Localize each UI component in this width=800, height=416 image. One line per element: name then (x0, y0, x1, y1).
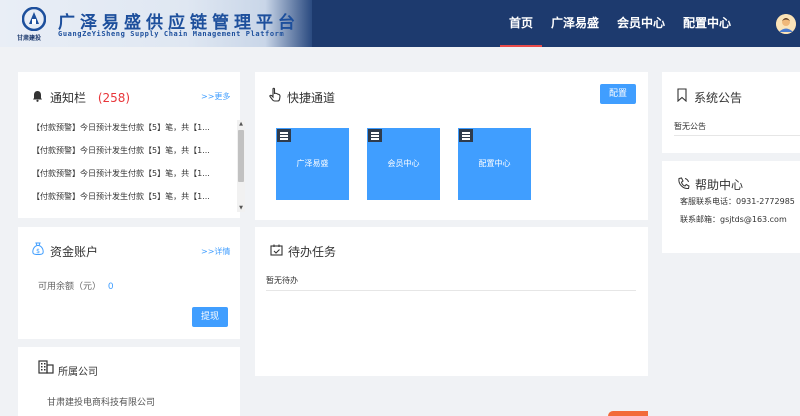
building-icon (38, 360, 54, 374)
help-title: 帮助中心 (695, 178, 744, 192)
todo-card: 待办任务 暂无待办 (255, 227, 648, 376)
company-logo-icon (22, 7, 46, 31)
tile-label: 会员中心 (387, 159, 420, 168)
brand-area: 甘肃建投 广泽易盛供应链管理平台 GuangZeYiSheng Supply C… (0, 0, 312, 47)
quick-tile-member-center[interactable]: 会员中心 (367, 128, 440, 200)
quick-title: 快捷通道 (287, 91, 336, 105)
announcement-empty-text: 暂无公告 (674, 122, 706, 131)
top-header: 甘肃建投 广泽易盛供应链管理平台 GuangZeYiSheng Supply C… (0, 0, 800, 47)
quick-tile-config-center[interactable]: 配置中心 (458, 128, 531, 200)
list-icon (277, 129, 291, 142)
list-icon (368, 129, 382, 142)
notice-scrollbar[interactable]: ▲ ▼ (237, 120, 245, 212)
notice-title-text: 通知栏 (50, 91, 87, 105)
list-item[interactable]: 【付款预警】今日预计发生付款【5】笔，共【1... (32, 162, 234, 185)
account-detail-link[interactable]: >>详情 (201, 246, 230, 257)
tile-label: 广泽易盛 (296, 159, 329, 168)
nav-item-member-center[interactable]: 会员中心 (608, 0, 674, 47)
nav-item-guangze[interactable]: 广泽易盛 (542, 0, 608, 47)
logo-caption: 甘肃建投 (17, 35, 42, 42)
bell-icon (33, 91, 42, 102)
scroll-thumb[interactable] (238, 130, 244, 182)
balance-label: 可用余额（元） (38, 282, 102, 292)
notice-more-link[interactable]: >>更多 (201, 91, 230, 102)
list-item[interactable]: 【付款预警】今日预计发生付款【5】笔，共【1... (32, 116, 234, 139)
announcement-title: 系统公告 (694, 91, 743, 105)
announcement-card: 系统公告 暂无公告 (662, 72, 800, 153)
brand-subtitle: GuangZeYiSheng Supply Chain Management P… (58, 30, 285, 38)
svg-text:$: $ (36, 248, 40, 255)
company-name: 甘肃建投电商科技有限公司 (47, 398, 156, 408)
divider (674, 135, 800, 136)
divider (266, 290, 636, 291)
hand-pointer-icon (269, 87, 281, 102)
scroll-up-icon[interactable]: ▲ (238, 121, 244, 127)
todo-title: 待办任务 (288, 245, 337, 259)
nav-item-config-center[interactable]: 配置中心 (674, 0, 740, 47)
money-bag-icon: $ (32, 242, 44, 255)
scroll-down-icon[interactable]: ▼ (238, 205, 244, 211)
quick-config-button[interactable]: 配置 (600, 84, 636, 104)
help-email: 联系邮箱：gsjtds@163.com (680, 215, 787, 224)
help-phone: 客服联系电话：0931-2772985 (680, 197, 795, 206)
notice-list: 【付款预警】今日预计发生付款【5】笔，共【1... 【付款预警】今日预计发生付款… (32, 116, 234, 206)
decorative-shape (608, 411, 648, 416)
notice-title: 通知栏 (258) (50, 89, 130, 106)
list-icon (459, 129, 473, 142)
balance-row: 可用余额（元） 0 (38, 279, 114, 292)
company-title: 所属公司 (58, 367, 98, 378)
help-card: 帮助中心 客服联系电话：0931-2772985 联系邮箱：gsjtds@163… (662, 161, 800, 253)
main-nav: 首页 广泽易盛 会员中心 配置中心 (500, 0, 740, 47)
nav-item-home[interactable]: 首页 (500, 0, 543, 47)
bookmark-icon (677, 88, 687, 102)
phone-icon (678, 177, 690, 190)
quick-tile-guangze[interactable]: 广泽易盛 (276, 128, 349, 200)
account-title: 资金账户 (50, 245, 99, 259)
calendar-check-icon (270, 244, 283, 256)
notice-count: (258) (97, 91, 131, 105)
user-avatar-icon (776, 14, 796, 34)
avatar[interactable] (776, 14, 796, 34)
account-card: $ 资金账户 >>详情 可用余额（元） 0 提现 (18, 227, 240, 339)
tile-label: 配置中心 (478, 159, 511, 168)
todo-empty-text: 暂无待办 (266, 276, 298, 285)
list-item[interactable]: 【付款预警】今日预计发生付款【5】笔，共【1... (32, 185, 234, 206)
list-item[interactable]: 【付款预警】今日预计发生付款【5】笔，共【1... (32, 139, 234, 162)
company-card: 所属公司 甘肃建投电商科技有限公司 (18, 347, 240, 416)
quick-access-card: 快捷通道 配置 广泽易盛 会员中心 配置中心 (255, 72, 648, 220)
withdraw-button[interactable]: 提现 (192, 307, 228, 327)
balance-value: 0 (107, 282, 114, 292)
notice-card: 通知栏 (258) >>更多 【付款预警】今日预计发生付款【5】笔，共【1...… (18, 72, 245, 218)
